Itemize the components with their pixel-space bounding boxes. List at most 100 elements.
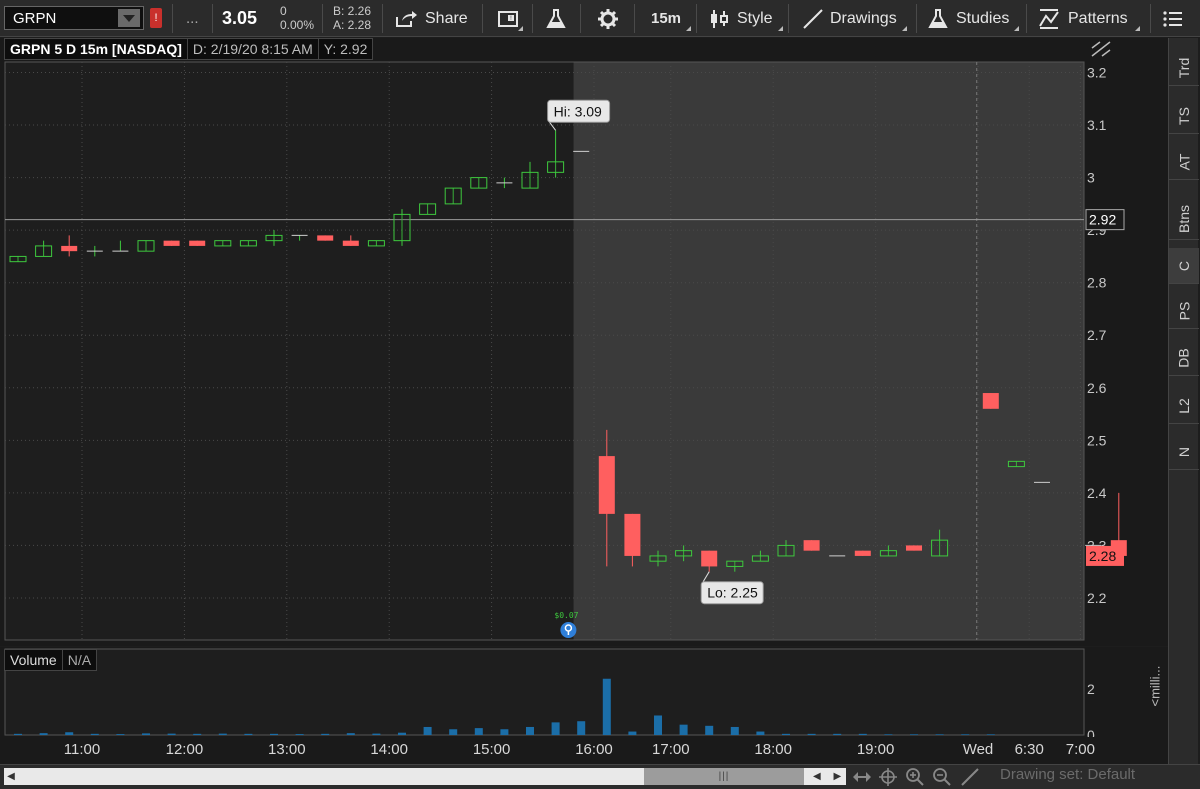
volume-bar	[14, 733, 22, 735]
timeframe-button[interactable]: 15m	[651, 0, 692, 37]
sidebar-tab-l2[interactable]: L2	[1169, 388, 1199, 424]
sidebar-tab-c[interactable]: C	[1169, 248, 1199, 284]
style-label: Style	[737, 9, 773, 27]
share-label: Share	[425, 9, 468, 27]
candle-body	[598, 456, 615, 514]
zoom-in-icon[interactable]	[905, 767, 925, 787]
candle-body	[470, 177, 488, 189]
toolbar-separator	[1026, 4, 1027, 33]
volume-bar	[961, 734, 970, 735]
volume-bar	[526, 726, 534, 735]
sidebar-tab-at[interactable]: AT	[1169, 144, 1199, 180]
menu-button[interactable]	[1162, 0, 1184, 37]
volume-bar	[167, 733, 176, 735]
sidebar-tab-label: TS	[1175, 106, 1192, 125]
bid-price: B: 2.26	[333, 4, 372, 18]
candle-body	[444, 187, 462, 205]
candle-body	[214, 240, 232, 247]
y-tick-label: 2.4	[1087, 485, 1107, 501]
symbol-text: GRPN	[13, 9, 57, 27]
candle-body	[854, 550, 871, 556]
top-toolbar: GRPN ! ... 3.05 0 0.00% B: 2.26 A: 2.28 …	[0, 0, 1200, 37]
drawings-button[interactable]: Drawings	[802, 0, 907, 37]
volume-bar	[423, 726, 432, 735]
caret-icon	[686, 26, 692, 31]
toolbar-separator	[482, 4, 483, 33]
toolbar-separator	[916, 4, 917, 33]
gear-icon	[598, 8, 618, 29]
share-button[interactable]: Share	[394, 0, 468, 37]
toolbar-separator	[1150, 4, 1151, 33]
sidebar-tab-label: DB	[1175, 347, 1192, 368]
more-button[interactable]: ...	[186, 0, 199, 37]
share-icon	[396, 10, 417, 27]
sidebar-tab-ts[interactable]: TS	[1169, 98, 1199, 134]
time-axis[interactable]: 11:00 12:00 13:00 14:00 15:00 16:00 17:00 18:00…	[0, 737, 1168, 764]
price-chart[interactable]: 2.22.32.42.52.62.72.82.933.13.2Hi: 3.09L…	[0, 38, 1168, 646]
sidebar-tab-trd[interactable]: Trd	[1169, 50, 1199, 86]
candle-body	[624, 513, 641, 556]
volume-bar	[833, 733, 842, 735]
volume-tick-label: 0	[1087, 727, 1095, 737]
scroll-right-arrow-icon[interactable]: ▶	[833, 771, 841, 782]
candle-body	[803, 540, 820, 551]
crosshair-icon[interactable]	[878, 767, 898, 787]
flexible-grid-button[interactable]: !	[497, 0, 523, 37]
volume-bar	[705, 725, 714, 735]
volume-bar	[474, 728, 483, 735]
last-price-label: 2.28	[1089, 548, 1116, 564]
high-callout-text: Hi: 3.09	[554, 103, 602, 119]
chevron-down-icon[interactable]	[118, 9, 140, 27]
sidebar-tab-n[interactable]: N	[1169, 434, 1199, 470]
volume-header: Volume N/A	[4, 649, 98, 671]
chart-symbol-description: GRPN 5 D 15m [NASDAQ]	[4, 38, 188, 60]
volume-bar	[142, 733, 150, 735]
scrollbar-thumb[interactable]: |||	[644, 768, 804, 785]
volume-chart[interactable]: 20	[0, 647, 1168, 737]
candlestick-icon	[711, 9, 728, 28]
y-tick-label: 3	[1087, 170, 1095, 186]
alert-flag-icon[interactable]: !	[150, 8, 162, 28]
settings-button[interactable]	[597, 0, 619, 37]
caret-icon	[1134, 26, 1140, 31]
y-tick-label: 2.8	[1087, 275, 1107, 291]
candle-body	[521, 171, 539, 189]
draw-line-icon[interactable]	[960, 767, 980, 787]
sidebar-tab-ps[interactable]: PS	[1169, 293, 1199, 329]
candle-body	[419, 203, 437, 215]
volume-bar	[398, 732, 406, 735]
scroll-left-arrow-icon[interactable]: ◀	[4, 768, 18, 785]
toolbar-separator	[634, 4, 635, 33]
horizontal-scrollbar[interactable]: ◀ ||| ◀ ▶	[4, 768, 846, 785]
sidebar-tab-btns[interactable]: Btns	[1169, 198, 1199, 240]
candle-body	[317, 235, 334, 241]
studies-button[interactable]: Studies	[928, 0, 1020, 37]
candle-body	[265, 234, 283, 242]
patterns-button[interactable]: Patterns	[1038, 0, 1140, 37]
volume-bar	[884, 734, 893, 735]
volume-bar	[449, 729, 458, 735]
style-button[interactable]: Style	[709, 0, 783, 37]
scroll-arrows[interactable]: ◀ ▶	[809, 768, 845, 785]
candle-body	[777, 544, 795, 557]
regular-session-area	[5, 62, 574, 640]
scroll-left-arrow-icon[interactable]: ◀	[813, 771, 821, 782]
net-change-percent: 0.00%	[280, 18, 315, 32]
volume-bar	[628, 731, 637, 735]
x-tick-label: Wed	[963, 741, 994, 758]
zoom-out-icon[interactable]	[932, 767, 952, 787]
volume-bar	[500, 729, 509, 735]
drawing-set-selector[interactable]: Drawing set: Default	[1000, 766, 1135, 783]
lab-button[interactable]	[546, 0, 566, 37]
symbol-selector[interactable]: GRPN	[4, 6, 144, 30]
y-tick-label: 2.5	[1087, 432, 1107, 448]
sidebar-tab-label: Trd	[1175, 57, 1192, 78]
flask-icon	[546, 8, 566, 28]
candle-body	[701, 550, 718, 567]
expand-horizontal-icon[interactable]	[852, 767, 872, 787]
sidebar-tab-db[interactable]: DB	[1169, 340, 1199, 376]
x-tick-label: 18:00	[754, 741, 792, 758]
volume-bar	[270, 733, 278, 735]
caret-icon	[518, 26, 523, 31]
y-tick-label: 2.6	[1087, 380, 1107, 396]
